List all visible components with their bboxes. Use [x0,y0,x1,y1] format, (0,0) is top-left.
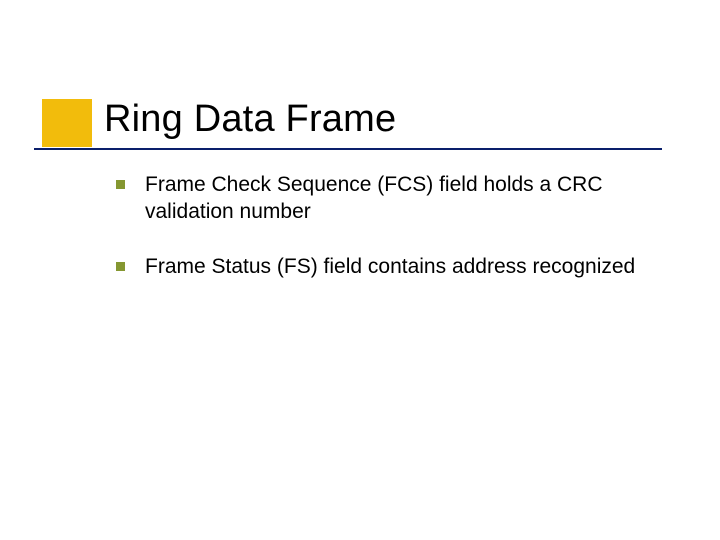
slide-body: Frame Check Sequence (FCS) field holds a… [116,172,672,309]
slide: Ring Data Frame Frame Check Sequence (FC… [0,0,720,540]
list-item-text: Frame Status (FS) field contains address… [145,254,672,281]
list-item: Frame Status (FS) field contains address… [116,254,672,281]
title-accent-block [42,99,92,147]
list-item: Frame Check Sequence (FCS) field holds a… [116,172,672,226]
list-item-text: Frame Check Sequence (FCS) field holds a… [145,172,672,226]
title-underline [34,148,662,150]
slide-title: Ring Data Frame [104,98,396,141]
square-bullet-icon [116,180,125,189]
square-bullet-icon [116,262,125,271]
